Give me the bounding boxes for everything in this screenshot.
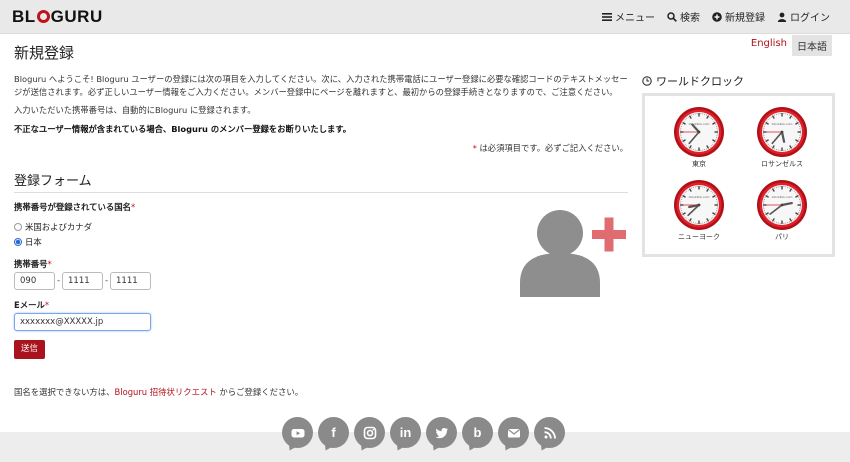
phone-input-1[interactable]: 090 — [14, 272, 55, 290]
phone-dash: - — [57, 276, 61, 286]
email-label-text: Eメール — [14, 300, 45, 310]
mail-icon[interactable] — [498, 417, 529, 448]
world-clock-city: ロサンゼルス — [761, 160, 803, 168]
svg-text:Clocklink.com: Clocklink.com — [772, 122, 793, 126]
linkedin-icon[interactable]: in — [390, 417, 421, 448]
world-clock-item: Clocklink.com パリ — [752, 179, 812, 242]
world-clock-title: ワールドクロック — [642, 73, 744, 89]
clock-icon — [642, 76, 652, 86]
nav-menu[interactable]: メニュー — [602, 9, 655, 24]
rss-icon[interactable] — [534, 417, 565, 448]
nav-search-label: 検索 — [680, 13, 700, 24]
analog-clock-icon: Clocklink.com — [674, 107, 724, 157]
nav-login[interactable]: ログイン — [777, 9, 830, 24]
menu-icon — [602, 12, 612, 21]
required-note: * は必須項目です。必ずご記入ください。 — [472, 143, 628, 153]
facebook-icon[interactable]: f — [318, 417, 349, 448]
footnote-suffix: からご登録ください。 — [216, 387, 304, 397]
svg-text:Clocklink.com: Clocklink.com — [689, 195, 710, 199]
footnote-prefix: 国名を選択できない方は、 — [14, 387, 115, 397]
intro-paragraph-2: 入力いただいた携帯番号は、自動的にBloguru に登録されます。 — [14, 105, 256, 115]
world-clock-item: Clocklink.com ニューヨーク — [669, 179, 729, 242]
add-user-icon — [520, 210, 626, 297]
search-icon — [667, 11, 677, 22]
instagram-icon[interactable] — [354, 417, 385, 448]
phone-dash: - — [105, 276, 109, 286]
phone-input-2[interactable]: 1111 — [62, 272, 103, 290]
plus-circle-icon — [712, 11, 722, 22]
invite-request-link[interactable]: Bloguru 招待状リクエスト — [115, 387, 217, 397]
form-title: 登録フォーム — [14, 170, 628, 193]
language-switch: English 日本語 — [746, 35, 832, 56]
nav-login-label: ログイン — [790, 13, 830, 24]
social-links: f in b — [282, 417, 565, 448]
phone-label-text: 携帯番号 — [14, 259, 48, 269]
top-nav: メニュー 検索 新規登録 ログイン — [602, 9, 830, 24]
radio-checked[interactable] — [14, 238, 22, 246]
page-title: 新規登録 — [14, 44, 75, 62]
lang-english[interactable]: English — [746, 35, 792, 56]
nav-menu-label: メニュー — [615, 13, 655, 24]
nav-register[interactable]: 新規登録 — [712, 9, 765, 24]
nav-search[interactable]: 検索 — [667, 9, 700, 24]
intro-warning: 不正なユーザー情報が含まれている場合、Bloguru のメンバー登録をお断りいた… — [14, 123, 352, 134]
main-content: 新規登録 Bloguru へようこそ! Bloguru ユーザーの登録には次の項… — [14, 42, 628, 154]
phone-input-3[interactable]: 1111 — [110, 272, 151, 290]
required-note-text: は必須項目です。必ずご記入ください。 — [479, 143, 628, 153]
bloguru-logo[interactable]: BL GURU — [12, 7, 103, 27]
youtube-icon[interactable] — [282, 417, 313, 448]
user-icon — [777, 12, 787, 22]
submit-button[interactable]: 送信 — [14, 340, 45, 359]
world-clock-widget: Clocklink.com 東京 Clocklink.com ロサンゼルス Clockl… — [642, 93, 835, 257]
lang-japanese[interactable]: 日本語 — [792, 35, 832, 56]
country-option-us: 米国およびカナダ — [25, 222, 92, 232]
twitter-icon[interactable] — [426, 417, 457, 448]
country-radio-us[interactable]: 米国およびカナダ — [14, 221, 92, 233]
hatena-icon[interactable]: b — [462, 417, 493, 448]
email-label: Eメール* — [14, 300, 50, 310]
radio-unchecked[interactable] — [14, 223, 22, 231]
analog-clock-icon: Clocklink.com — [757, 180, 807, 230]
world-clock-city: パリ — [775, 233, 789, 241]
country-option-japan: 日本 — [25, 237, 42, 247]
intro-paragraph-1: Bloguru へようこそ! Bloguru ユーザーの登録には次の項目を入力し… — [14, 74, 628, 97]
top-header: BL GURU メニュー 検索 新規登録 ログイン — [0, 0, 850, 34]
analog-clock-icon: Clocklink.com — [757, 107, 807, 157]
analog-clock-icon: Clocklink.com — [674, 180, 724, 230]
world-clock-item: Clocklink.com 東京 — [669, 106, 729, 169]
svg-text:Clocklink.com: Clocklink.com — [772, 195, 793, 199]
nav-register-label: 新規登録 — [725, 13, 765, 24]
world-clock-city: ニューヨーク — [678, 233, 720, 241]
footnote: 国名を選択できない方は、Bloguru 招待状リクエスト からご登録ください。 — [14, 386, 303, 398]
country-label-text: 携帯番号が登録されている国名 — [14, 202, 131, 212]
world-clock-title-text: ワールドクロック — [656, 75, 744, 88]
phone-label: 携帯番号* — [14, 259, 52, 269]
country-radio-japan[interactable]: 日本 — [14, 236, 42, 248]
world-clock-city: 東京 — [692, 160, 706, 168]
email-input[interactable]: xxxxxxx@XXXXX.jp — [14, 313, 151, 331]
intro-text: Bloguru へようこそ! Bloguru ユーザーの登録には次の項目を入力し… — [14, 73, 628, 135]
world-clock-item: Clocklink.com ロサンゼルス — [752, 106, 812, 169]
country-label: 携帯番号が登録されている国名* — [14, 202, 136, 212]
